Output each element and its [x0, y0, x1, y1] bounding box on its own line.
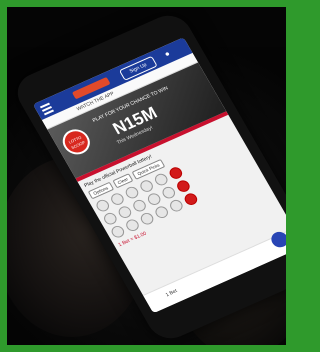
number-ball[interactable]: [101, 211, 119, 227]
powerball[interactable]: [174, 178, 192, 194]
user-icon[interactable]: ●: [163, 48, 175, 59]
number-ball[interactable]: [138, 178, 156, 194]
number-ball[interactable]: [131, 197, 149, 214]
photo: Sign Up ● WATCH THE APP LOTTO SCOOP PLAY…: [7, 7, 286, 345]
number-ball[interactable]: [152, 171, 170, 188]
menu-icon[interactable]: [39, 102, 55, 116]
number-ball[interactable]: [167, 198, 185, 214]
number-ball[interactable]: [116, 204, 134, 220]
number-ball[interactable]: [94, 197, 112, 214]
seal-badge: LOTTO SCOOP: [57, 125, 95, 159]
number-ball[interactable]: [109, 224, 127, 240]
photo-frame: Sign Up ● WATCH THE APP LOTTO SCOOP PLAY…: [0, 0, 293, 352]
number-ball[interactable]: [123, 217, 141, 233]
number-ball[interactable]: [108, 191, 126, 207]
number-ball[interactable]: [123, 184, 141, 201]
powerball[interactable]: [182, 191, 200, 207]
number-ball[interactable]: [145, 191, 163, 207]
number-ball[interactable]: [160, 184, 178, 201]
number-ball[interactable]: [153, 204, 171, 220]
number-ball[interactable]: [138, 211, 156, 227]
footer-label: 1 Bet: [164, 288, 179, 299]
powerball[interactable]: [167, 165, 185, 181]
